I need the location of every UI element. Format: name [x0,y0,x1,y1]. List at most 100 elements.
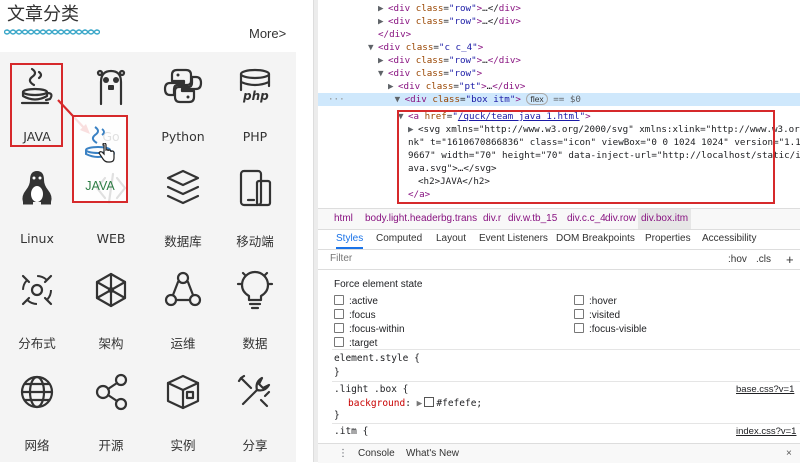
category-item-database[interactable]: 数据库 [146,154,220,256]
breadcrumb-item[interactable]: div.box.itm [638,209,692,229]
checkbox-box[interactable] [334,323,344,333]
background-declaration[interactable]: background: ▶ #fefefe; [348,397,482,409]
category-label: 数据库 [164,234,202,249]
dom-line[interactable]: </div> [318,28,800,41]
gopher-icon [96,69,126,106]
network-icon [20,375,54,409]
category-label: 数据 [242,336,268,351]
breadcrumb-item[interactable]: div.row [605,209,636,229]
state-label: :hover [589,296,617,307]
more-link[interactable]: More> [249,26,286,41]
category-item-opensource[interactable]: 开源 [74,358,148,460]
filter-input[interactable] [330,252,710,265]
index-css-link[interactable]: index.css?v=1 [736,426,796,437]
category-label: 分享 [242,438,268,453]
checkbox-box[interactable] [334,309,344,319]
state-label: :focus [349,310,376,321]
category-item-distributed[interactable]: 分布式 [0,256,74,358]
checkbox-box[interactable] [334,295,344,305]
light-box-selector[interactable]: .light .box { [334,384,408,395]
color-swatch[interactable] [424,397,435,407]
category-item-php[interactable]: php PHP [218,52,292,154]
dom-line[interactable]: ▶ <div class="row">…</div> [318,54,800,67]
itm-selector[interactable]: .itm { [334,426,368,437]
breadcrumb-item[interactable]: html [334,209,353,229]
hand-cursor-icon [98,143,115,163]
java-highlight-box [10,63,63,147]
element-style-selector[interactable]: element.style { [334,353,420,364]
opensource-icon [95,373,128,411]
hov-toggle[interactable]: :hov [728,250,747,269]
dom-line[interactable]: ▼ <div class="c c_4"> [318,41,800,54]
drawer-menu-icon[interactable]: ⋮ [338,444,348,463]
cls-toggle[interactable]: .cls [756,250,771,269]
category-item-example[interactable]: 实例 [146,358,220,460]
state-checkbox[interactable]: :target [334,337,377,349]
rule-close-brace: } [334,410,340,421]
breadcrumb-item[interactable]: div.w.tb_15 [508,209,557,229]
state-checkbox[interactable]: :hover [574,295,617,307]
state-label: :visited [589,310,621,321]
category-label: Python [161,129,205,144]
close-drawer-icon[interactable]: × [786,444,792,463]
tab-accessibility[interactable]: Accessibility [702,229,756,249]
panel-header: 文章分类 More> [0,0,296,52]
category-item-network[interactable]: 网络 [0,358,74,460]
dragged-item-label: JAVA [85,179,115,193]
tab-event-listeners[interactable]: Event Listeners [479,229,548,249]
category-item-mobile[interactable]: 移动端 [218,154,292,256]
category-item-data[interactable]: 数据 [218,256,292,358]
checkbox-box[interactable] [334,337,344,347]
checkbox-box[interactable] [574,295,584,305]
elements-tree: ▶ <div class="row">…</div> ▶ <div class="r… [318,0,800,206]
panel-title: 文章分类 [7,4,79,25]
title-underline-decoration [4,29,100,35]
category-item-share[interactable]: 分享 [218,358,292,460]
dom-line[interactable]: ▶ <div class="pt">…</div> [318,80,800,93]
tab-whats-new[interactable]: What's New [406,444,459,463]
tab-console[interactable]: Console [358,444,395,463]
mobile-icon [239,169,272,207]
tab-properties[interactable]: Properties [645,229,691,249]
category-label: 网络 [24,438,50,453]
new-rule-button[interactable]: + [786,250,794,269]
dom-line[interactable]: ▶ <div class="row">…</div> [318,2,800,15]
state-checkbox[interactable]: :focus-visible [574,323,647,335]
state-checkbox[interactable]: :visited [574,309,620,321]
checkbox-box[interactable] [574,309,584,319]
architecture-icon [95,272,127,308]
tab-layout[interactable]: Layout [436,229,466,249]
flex-badge[interactable]: flex [526,93,548,105]
tab-styles[interactable]: Styles [336,229,364,249]
dom-line-selected[interactable]: ··· ▼ <div class="box itm"> flex == $0 [318,93,800,106]
category-item-ops[interactable]: 运维 [146,256,220,358]
breadcrumb-item[interactable]: div.c.c_4 [567,209,606,229]
distributed-icon [21,274,53,306]
category-item-architecture[interactable]: 架构 [74,256,148,358]
breadcrumb-item[interactable]: div.r [483,209,501,229]
styles-pane: Force element state :active:hover:focus:… [318,271,800,443]
tab-computed[interactable]: Computed [376,229,422,249]
data-icon [236,270,274,310]
checkbox-box[interactable] [574,323,584,333]
state-checkbox[interactable]: :active [334,295,378,307]
category-item-python[interactable]: Python [146,52,220,154]
breadcrumb: html body.light.headerbg.trans div.r div.w.… [318,208,800,230]
breadcrumb-item[interactable]: body.light.headerbg.trans [365,209,477,229]
state-label: :active [349,296,378,307]
ops-icon [164,271,202,307]
dom-line[interactable]: ▼ <div class="row"> [318,67,800,80]
category-label: WEB [96,231,126,246]
tab-dom-breakpoints[interactable]: DOM Breakpoints [556,229,635,249]
base-css-link[interactable]: base.css?v=1 [736,384,794,395]
python-icon [163,68,203,104]
dragged-java-item[interactable]: JAVA [72,115,128,203]
category-label: Linux [20,231,54,246]
dom-line[interactable]: ▶ <div class="row">…</div> [318,15,800,28]
category-item-linux[interactable]: Linux [0,154,74,256]
state-checkbox[interactable]: :focus [334,309,376,321]
styles-tab-bar: Styles Computed Layout Event Listeners DOM B… [318,229,800,250]
category-label: 架构 [98,336,124,351]
devtools-panel: ▶ <div class="row">…</div> ▶ <div class="r… [318,0,800,463]
state-checkbox[interactable]: :focus-within [334,323,405,335]
